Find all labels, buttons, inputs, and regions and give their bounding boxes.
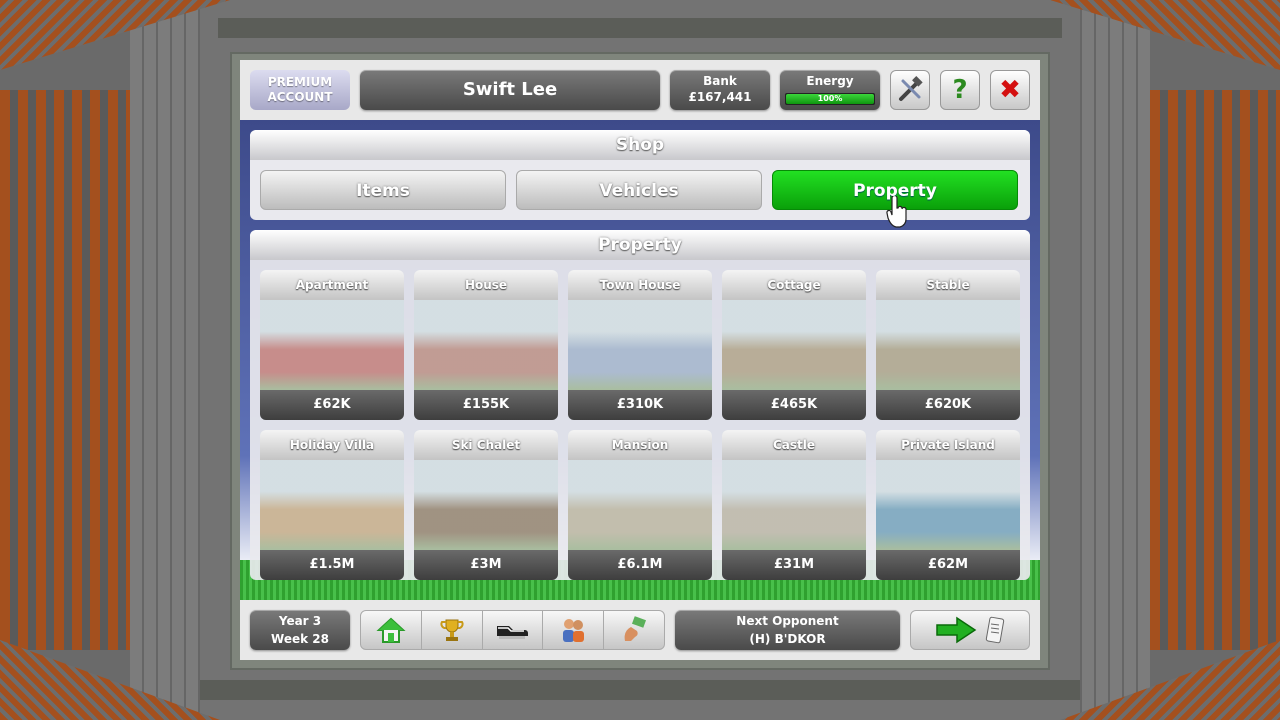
hand-cursor-icon — [886, 196, 907, 228]
crowd-left — [0, 90, 130, 650]
energy-fill: 100% — [786, 94, 874, 104]
property-card[interactable]: Private Island £62M — [876, 430, 1020, 580]
property-card-name: Stable — [876, 270, 1020, 300]
nav-home-button[interactable] — [361, 611, 422, 649]
property-card-image — [876, 300, 1020, 390]
shop-title: Shop — [250, 130, 1030, 160]
content-area: Shop Items Vehicles Property Property Ap… — [240, 120, 1040, 600]
beam-bottom — [200, 680, 1080, 700]
property-card-price: £620K — [876, 390, 1020, 420]
nav-trophy-button[interactable] — [422, 611, 483, 649]
property-card-image — [414, 300, 558, 390]
home-icon — [376, 617, 406, 643]
property-card[interactable]: Cottage £465K — [722, 270, 866, 420]
property-card[interactable]: Mansion £6.1M — [568, 430, 712, 580]
property-card-image — [414, 460, 558, 550]
next-opponent-display: Next Opponent (H) B'DKOR — [675, 610, 900, 650]
beam-top — [218, 18, 1062, 38]
property-panel: Property Apartment £62K House £155K Town Hou… — [250, 230, 1030, 580]
tools-icon — [899, 76, 923, 101]
property-card-price: £62K — [260, 390, 404, 420]
main-nav — [360, 610, 665, 650]
energy-bar: 100% — [785, 93, 875, 105]
bank-label: Bank — [703, 74, 737, 88]
property-title: Property — [250, 230, 1030, 260]
property-card-image — [876, 460, 1020, 550]
property-card[interactable]: House £155K — [414, 270, 558, 420]
close-icon: ✖ — [999, 75, 1021, 105]
property-card[interactable]: Stable £620K — [876, 270, 1020, 420]
premium-line2: ACCOUNT — [267, 90, 333, 104]
bank-value: £167,441 — [688, 90, 752, 104]
property-card[interactable]: Castle £31M — [722, 430, 866, 580]
property-card-image — [568, 460, 712, 550]
property-card-price: £62M — [876, 550, 1020, 580]
property-card-name: Cottage — [722, 270, 866, 300]
property-card-price: £3M — [414, 550, 558, 580]
premium-account-badge[interactable]: PREMIUM ACCOUNT — [250, 70, 350, 110]
premium-line1: PREMIUM — [267, 75, 333, 89]
property-card-name: House — [414, 270, 558, 300]
property-card-name: Holiday Villa — [260, 430, 404, 460]
property-card-image — [568, 300, 712, 390]
continue-button[interactable] — [910, 610, 1030, 650]
property-card-name: Private Island — [876, 430, 1020, 460]
property-card-price: £465K — [722, 390, 866, 420]
energy-label: Energy — [806, 74, 854, 88]
header-bar: PREMIUM ACCOUNT Swift Lee Bank £167,441 … — [240, 60, 1040, 120]
crowd-right — [1150, 90, 1280, 650]
property-card[interactable]: Town House £310K — [568, 270, 712, 420]
shop-panel: Shop Items Vehicles Property — [250, 130, 1030, 220]
property-card-price: £310K — [568, 390, 712, 420]
trophy-icon — [440, 619, 464, 641]
nav-money-button[interactable] — [604, 611, 664, 649]
tab-vehicles[interactable]: Vehicles — [516, 170, 762, 210]
week-label: Week 28 — [271, 632, 329, 646]
help-icon: ? — [952, 75, 968, 105]
property-card-image — [260, 460, 404, 550]
people-icon — [563, 619, 585, 642]
boot-icon — [497, 626, 529, 639]
money-hand-icon — [624, 616, 647, 641]
help-button[interactable]: ? — [940, 70, 980, 110]
property-card-price: £155K — [414, 390, 558, 420]
nav-boot-button[interactable] — [483, 611, 544, 649]
settings-button[interactable] — [890, 70, 930, 110]
footer-bar: Year 3 Week 28 Next Opponent (H) B'DKOR — [240, 600, 1040, 660]
property-card[interactable]: Holiday Villa £1.5M — [260, 430, 404, 580]
fixture-card-icon — [985, 616, 1005, 644]
property-card-image — [260, 300, 404, 390]
nav-people-button[interactable] — [543, 611, 605, 649]
property-card-name: Apartment — [260, 270, 404, 300]
player-name: Swift Lee — [360, 70, 660, 110]
property-card-name: Castle — [722, 430, 866, 460]
arrow-right-icon — [936, 616, 977, 644]
property-card[interactable]: Ski Chalet £3M — [414, 430, 558, 580]
property-card-name: Ski Chalet — [414, 430, 558, 460]
property-card[interactable]: Apartment £62K — [260, 270, 404, 420]
property-card-name: Town House — [568, 270, 712, 300]
property-card-price: £6.1M — [568, 550, 712, 580]
year-label: Year 3 — [278, 614, 322, 628]
property-card-name: Mansion — [568, 430, 712, 460]
date-display: Year 3 Week 28 — [250, 610, 350, 650]
property-card-price: £1.5M — [260, 550, 404, 580]
property-card-image — [722, 460, 866, 550]
property-card-price: £31M — [722, 550, 866, 580]
property-card-image — [722, 300, 866, 390]
opponent-value: (H) B'DKOR — [749, 632, 826, 646]
close-button[interactable]: ✖ — [990, 70, 1030, 110]
main-panel: PREMIUM ACCOUNT Swift Lee Bank £167,441 … — [240, 60, 1040, 660]
opponent-label: Next Opponent — [736, 614, 839, 628]
tab-items[interactable]: Items — [260, 170, 506, 210]
energy-display: Energy 100% — [780, 70, 880, 110]
bank-display: Bank £167,441 — [670, 70, 770, 110]
